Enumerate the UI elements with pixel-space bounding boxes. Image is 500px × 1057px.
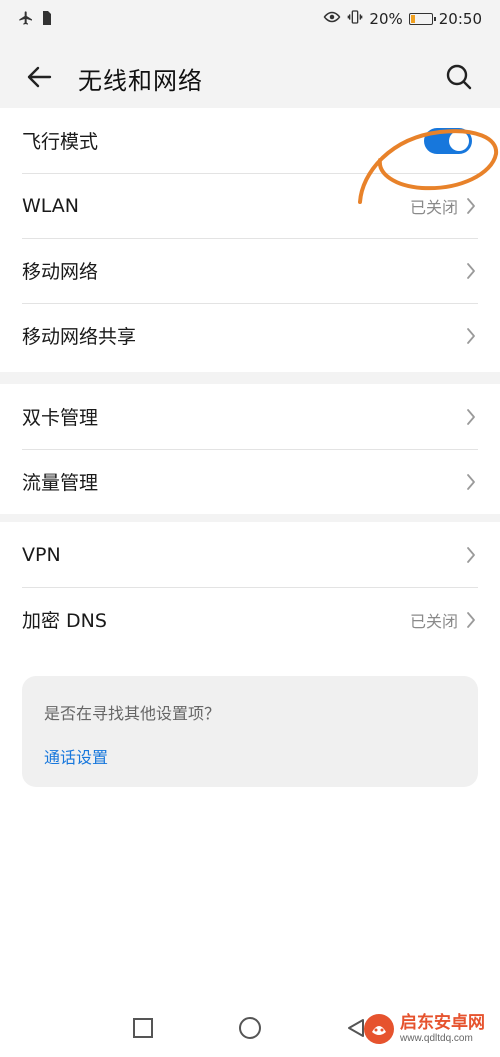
data-usage-label: 流量管理	[22, 472, 99, 494]
tethering-label: 移动网络共享	[22, 326, 137, 348]
data-usage-row[interactable]: 流量管理	[0, 449, 500, 514]
mobile-network-right	[466, 262, 476, 280]
wlan-status: 已关闭	[409, 197, 458, 217]
toggle-knob	[449, 131, 469, 151]
watermark-url: www.qdltdq.com	[400, 1032, 473, 1044]
dual-sim-right	[466, 408, 476, 426]
battery-fill	[410, 15, 415, 23]
status-left	[18, 10, 52, 30]
status-right: 20% 20:50	[323, 9, 482, 29]
vibrate-icon	[347, 9, 363, 29]
title-bar: 无线和网络	[0, 48, 500, 106]
data-usage-right	[466, 473, 476, 491]
wlan-row[interactable]: WLAN 已关闭	[0, 173, 500, 238]
section-divider	[0, 372, 500, 384]
private-dns-row[interactable]: 加密 DNS 已关闭	[0, 587, 500, 652]
status-bar: 20% 20:50	[0, 0, 500, 42]
chevron-right-icon	[466, 611, 476, 629]
battery-icon	[408, 13, 436, 25]
suggestion-question: 是否在寻找其他设置项？	[44, 704, 221, 723]
watermark: 启东安卓网 www.qdltdq.com	[362, 1007, 494, 1051]
vpn-right	[466, 546, 476, 564]
vpn-label: VPN	[22, 543, 61, 566]
vpn-group: VPN 加密 DNS 已关闭	[0, 522, 500, 652]
chevron-right-icon	[466, 262, 476, 280]
back-arrow-icon	[27, 66, 52, 88]
eye-comfort-icon	[323, 10, 341, 28]
private-dns-right: 已关闭	[410, 608, 476, 632]
vpn-row[interactable]: VPN	[0, 522, 500, 587]
section-divider	[0, 514, 500, 522]
chevron-right-icon	[466, 327, 476, 345]
circle-icon	[239, 1017, 261, 1039]
private-dns-label: 加密 DNS	[22, 610, 107, 632]
suggestion-card: 是否在寻找其他设置项？ 通话设置	[22, 676, 478, 787]
navigation-bar: 启东安卓网 www.qdltdq.com	[0, 1000, 500, 1057]
chevron-right-icon	[466, 473, 476, 491]
network-group: 飞行模式 WLAN 已关闭 移动网络 移动网络共享	[0, 108, 500, 368]
chevron-right-icon	[466, 408, 476, 426]
mobile-network-label: 移动网络	[22, 261, 99, 283]
airplane-mode-row[interactable]: 飞行模式	[0, 108, 500, 173]
wlan-right: 已关闭	[410, 194, 476, 218]
square-icon	[133, 1018, 153, 1038]
airplane-icon	[18, 10, 34, 30]
watermark-logo	[364, 1014, 394, 1044]
sim-group: 双卡管理 流量管理	[0, 384, 500, 514]
private-dns-status: 已关闭	[409, 611, 458, 631]
tethering-row[interactable]: 移动网络共享	[0, 303, 500, 368]
dual-sim-row[interactable]: 双卡管理	[0, 384, 500, 449]
airplane-mode-toggle[interactable]	[424, 128, 472, 154]
settings-screen: 20% 20:50 无线和网络 飞行模式 WLAN 已关闭 移动网络 移动网络共…	[0, 0, 500, 1057]
recents-button[interactable]	[131, 1016, 155, 1040]
battery-percent: 20%	[369, 10, 403, 28]
chevron-right-icon	[466, 197, 476, 215]
call-settings-link[interactable]: 通话设置	[44, 744, 108, 768]
watermark-text: 启东安卓网 www.qdltdq.com	[400, 1014, 485, 1044]
clock: 20:50	[438, 10, 482, 28]
page-title: 无线和网络	[78, 67, 203, 95]
sim-icon	[42, 10, 52, 30]
tethering-right	[466, 327, 476, 345]
home-button[interactable]	[238, 1016, 262, 1040]
search-icon	[446, 64, 472, 90]
chevron-right-icon	[466, 546, 476, 564]
wlan-label: WLAN	[22, 194, 80, 217]
watermark-title: 启东安卓网	[400, 1013, 485, 1034]
airplane-mode-label: 飞行模式	[22, 131, 99, 153]
back-button[interactable]	[22, 60, 56, 94]
dual-sim-label: 双卡管理	[22, 407, 99, 429]
mobile-network-row[interactable]: 移动网络	[0, 238, 500, 303]
search-button[interactable]	[442, 60, 476, 94]
